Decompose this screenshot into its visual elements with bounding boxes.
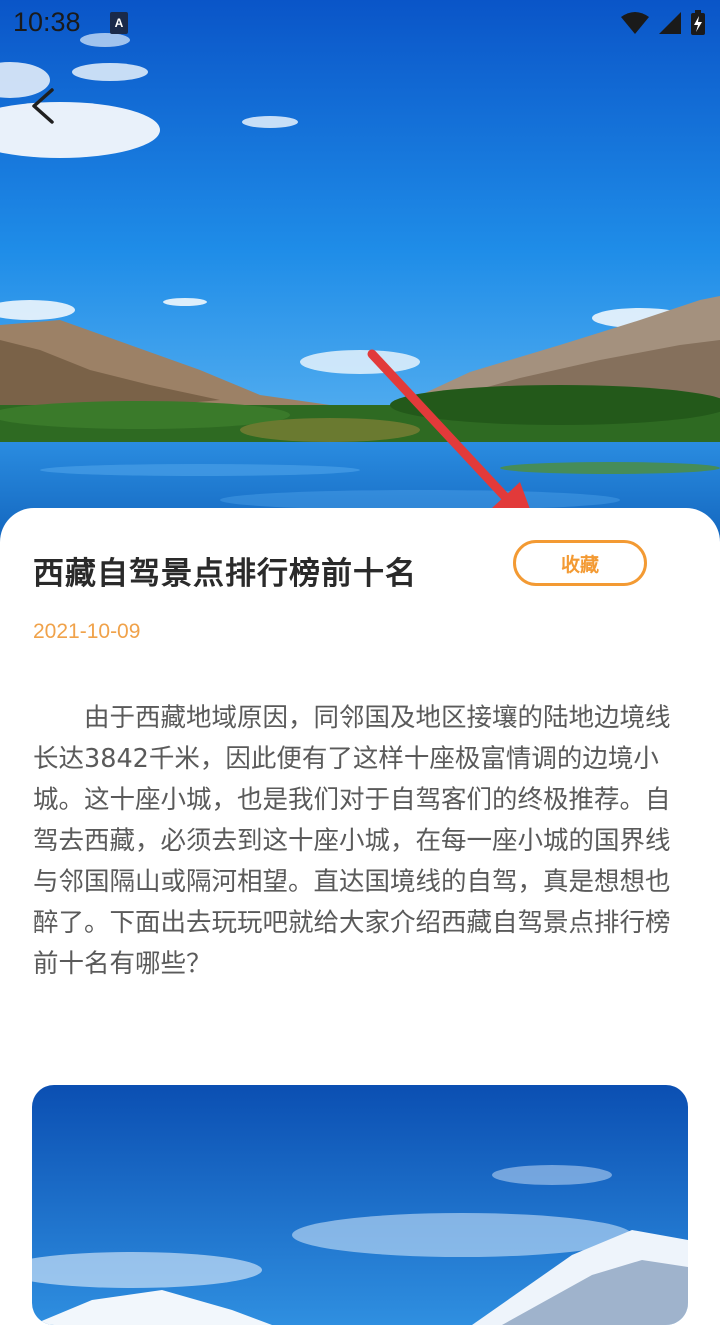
favorite-button[interactable]: 收藏 (513, 540, 647, 586)
article-body: 由于西藏地域原因，同邻国及地区接壤的陆地边境线长达3842千米，因此便有了这样十… (33, 703, 671, 979)
article-image (32, 1085, 688, 1325)
signal-icon (659, 12, 681, 34)
status-bar: 10:38 A (0, 0, 720, 48)
status-time: 10:38 (13, 7, 81, 37)
wifi-icon (621, 12, 649, 34)
hero-image (0, 0, 720, 560)
back-button[interactable] (26, 84, 66, 128)
article-date: 2021-10-09 (33, 620, 141, 643)
svg-text:A: A (115, 16, 124, 30)
article-card: 西藏自驾景点排行榜前十名 收藏 2021-10-09 由于西藏地域原因，同邻国及… (0, 508, 720, 1325)
battery-charging-icon (691, 10, 705, 35)
chevron-left-icon (32, 88, 54, 124)
a-icon: A (110, 12, 128, 34)
article-title: 西藏自驾景点排行榜前十名 (33, 556, 417, 592)
